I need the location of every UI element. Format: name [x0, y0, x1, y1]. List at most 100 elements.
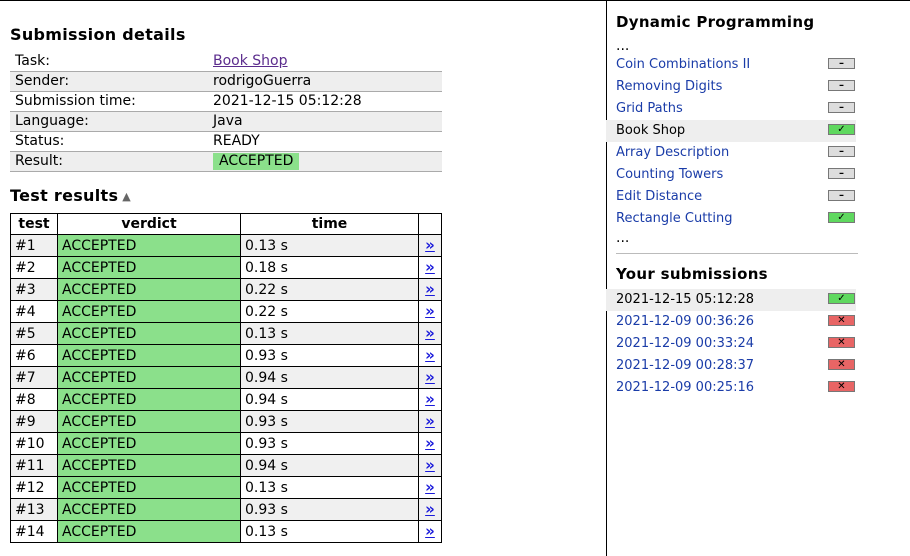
detail-key: Result:	[10, 151, 208, 172]
test-time: 0.22 s	[240, 300, 419, 323]
test-time: 0.93 s	[240, 344, 419, 367]
sidebar-task-item[interactable]: Removing Digits –	[616, 76, 866, 98]
detail-row: Status: READY	[10, 131, 442, 152]
test-verdict: ACCEPTED	[57, 234, 241, 257]
test-number: #8	[10, 388, 58, 411]
check-icon: ✓	[828, 124, 855, 135]
test-details-link[interactable]: »	[425, 522, 435, 540]
test-link-cell: »	[418, 234, 442, 257]
test-details-link[interactable]: »	[425, 434, 435, 452]
sidebar-task-link[interactable]: Removing Digits	[616, 79, 722, 94]
dash-icon: –	[828, 80, 855, 91]
test-row: #13 ACCEPTED 0.93 s »	[10, 498, 442, 521]
test-details-link[interactable]: »	[425, 346, 435, 364]
dash-icon: –	[828, 58, 855, 69]
test-details-link[interactable]: »	[425, 258, 435, 276]
test-row: #2 ACCEPTED 0.18 s »	[10, 256, 442, 279]
test-column-header	[418, 213, 442, 235]
test-row: #3 ACCEPTED 0.22 s »	[10, 278, 442, 301]
test-link-cell: »	[418, 366, 442, 389]
test-row: #8 ACCEPTED 0.94 s »	[10, 388, 442, 411]
test-details-link[interactable]: »	[425, 390, 435, 408]
test-row: #6 ACCEPTED 0.93 s »	[10, 344, 442, 367]
test-details-link[interactable]: »	[425, 368, 435, 386]
submission-item[interactable]: 2021-12-09 00:33:24 ✕	[616, 333, 866, 355]
test-details-link[interactable]: »	[425, 500, 435, 518]
test-time: 0.13 s	[240, 520, 419, 543]
test-row: #10 ACCEPTED 0.93 s »	[10, 432, 442, 455]
test-link-cell: »	[418, 322, 442, 345]
test-time: 0.13 s	[240, 476, 419, 499]
test-row: #9 ACCEPTED 0.93 s »	[10, 410, 442, 433]
submission-item[interactable]: 2021-12-09 00:36:26 ✕	[616, 311, 866, 333]
test-verdict: ACCEPTED	[57, 432, 241, 455]
test-time: 0.94 s	[240, 454, 419, 477]
sidebar-section-title: Dynamic Programming	[616, 13, 815, 31]
detail-value: READY	[208, 131, 442, 152]
test-link-cell: »	[418, 388, 442, 411]
test-verdict: ACCEPTED	[57, 256, 241, 279]
sidebar-task-link[interactable]: Array Description	[616, 145, 729, 160]
submission-item[interactable]: 2021-12-09 00:28:37 ✕	[616, 355, 866, 377]
sidebar-task-link[interactable]: Counting Towers	[616, 167, 723, 182]
cross-icon: ✕	[828, 337, 855, 348]
test-time: 0.93 s	[240, 432, 419, 455]
test-verdict: ACCEPTED	[57, 476, 241, 499]
submission-item[interactable]: 2021-12-09 00:25:16 ✕	[616, 377, 866, 399]
test-details-link[interactable]: »	[425, 302, 435, 320]
detail-row: Language: Java	[10, 111, 442, 132]
test-number: #2	[10, 256, 58, 279]
detail-value: ACCEPTED	[208, 151, 442, 172]
submission-item: 2021-12-15 05:12:28 ✓	[606, 289, 856, 311]
test-link-cell: »	[418, 476, 442, 499]
sidebar-task-link[interactable]: Coin Combinations II	[616, 57, 750, 72]
test-details-link[interactable]: »	[425, 324, 435, 342]
triangle-up-icon[interactable]: ▲	[122, 190, 131, 203]
test-details-link[interactable]: »	[425, 236, 435, 254]
sidebar-task-item[interactable]: Array Description –	[616, 142, 866, 164]
submission-link[interactable]: 2021-12-09 00:33:24	[616, 336, 754, 351]
detail-row: Submission time: 2021-12-15 05:12:28	[10, 91, 442, 112]
test-number: #1	[10, 234, 58, 257]
submissions-title: Your submissions	[616, 265, 768, 283]
submission-link[interactable]: 2021-12-09 00:28:37	[616, 358, 754, 373]
sidebar-task-item[interactable]: Counting Towers –	[616, 164, 866, 186]
test-details-link[interactable]: »	[425, 280, 435, 298]
test-link-cell: »	[418, 498, 442, 521]
detail-row: Task: Book Shop	[10, 52, 442, 72]
sidebar-task-link[interactable]: Rectangle Cutting	[616, 211, 733, 226]
sidebar-task-link[interactable]: Grid Paths	[616, 101, 683, 116]
top-border	[0, 0, 910, 1]
sidebar-task-item[interactable]: Rectangle Cutting ✓	[616, 208, 866, 230]
task-link[interactable]: Book Shop	[213, 53, 288, 69]
test-details-link[interactable]: »	[425, 456, 435, 474]
test-link-cell: »	[418, 520, 442, 543]
submission-link[interactable]: 2021-12-09 00:36:26	[616, 314, 754, 329]
detail-key: Sender:	[10, 71, 208, 92]
detail-row: Result: ACCEPTED	[10, 151, 442, 172]
test-link-cell: »	[418, 432, 442, 455]
sidebar-task-item[interactable]: Coin Combinations II –	[616, 54, 866, 76]
test-verdict: ACCEPTED	[57, 388, 241, 411]
test-number: #5	[10, 322, 58, 345]
test-details-link[interactable]: »	[425, 478, 435, 496]
test-row: #4 ACCEPTED 0.22 s »	[10, 300, 442, 323]
test-number: #14	[10, 520, 58, 543]
detail-value-text: READY	[213, 133, 260, 149]
test-column-header: verdict	[57, 213, 241, 235]
submission-link[interactable]: 2021-12-09 00:25:16	[616, 380, 754, 395]
submission-details-table: Task: Book Shop Sender: rodrigoGuerra Submis…	[10, 52, 442, 172]
detail-value-text: rodrigoGuerra	[213, 73, 312, 89]
test-results-heading[interactable]: Test results ▲	[10, 186, 131, 205]
ellipsis-top: ...	[616, 38, 630, 54]
test-number: #13	[10, 498, 58, 521]
sidebar-task-link[interactable]: Edit Distance	[616, 189, 702, 204]
submission-current: 2021-12-15 05:12:28	[616, 292, 755, 307]
test-details-link[interactable]: »	[425, 412, 435, 430]
detail-key: Status:	[10, 131, 208, 152]
cross-icon: ✕	[828, 359, 855, 370]
sidebar-task-item[interactable]: Grid Paths –	[616, 98, 866, 120]
sidebar-task-item[interactable]: Edit Distance –	[616, 186, 866, 208]
detail-value-text: 2021-12-15 05:12:28	[213, 93, 362, 109]
dash-icon: –	[828, 190, 855, 201]
